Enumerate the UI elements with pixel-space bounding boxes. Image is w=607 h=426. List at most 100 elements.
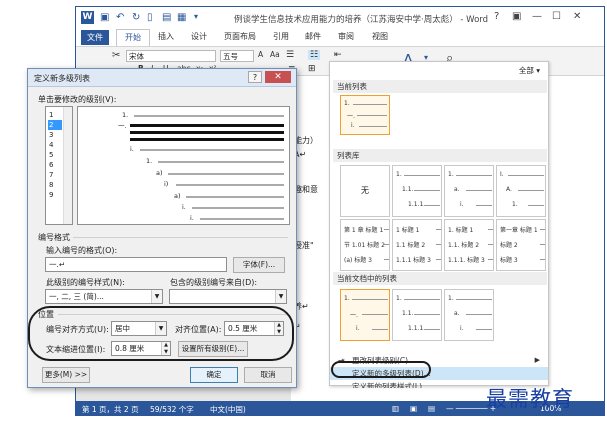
indent-icon[interactable]: ⇤ (334, 50, 342, 60)
chevron-down-icon: ▼ (151, 290, 162, 303)
level-item[interactable]: 9 (48, 190, 62, 200)
gallery-tile[interactable]: 第 1 章 标题 1 节 1.01 标题 2 (a) 标题 3 (340, 219, 390, 271)
level-item[interactable]: 8 (48, 180, 62, 190)
tab-file[interactable]: 文件 (81, 30, 109, 45)
undo-icon[interactable]: ↶ (116, 12, 124, 23)
tile-label: I. (500, 171, 504, 178)
gallery-tile[interactable]: 1. 1.1. 1.1.1. (392, 289, 442, 341)
gallery-section-library: 列表库 (333, 149, 547, 162)
print-preview-icon[interactable]: ▦ (177, 12, 186, 23)
preview-line (186, 196, 284, 198)
tab-home[interactable]: 开始 (116, 29, 150, 46)
preview-line (134, 115, 284, 117)
gallery-tile[interactable]: 1 标题 1 1.1 标题 2 1.1.1 标题 3 (392, 219, 442, 271)
ok-button[interactable]: 确定 (190, 367, 238, 383)
tab-mailings[interactable]: 邮件 (305, 31, 321, 42)
open-doc-icon[interactable]: ▤ (162, 12, 171, 23)
tab-design[interactable]: 设计 (191, 31, 207, 42)
cancel-button[interactable]: 取消 (244, 367, 292, 383)
tile-line (518, 190, 544, 191)
level-item[interactable]: 7 (48, 170, 62, 180)
cut-icon[interactable]: ✂ (112, 50, 120, 61)
tile-label: 标题 3 (500, 257, 518, 264)
level-item[interactable]: 6 (48, 160, 62, 170)
tile-line (476, 205, 492, 206)
gallery-tile[interactable]: 1. 1.1. 1.1.1. (392, 165, 442, 217)
gallery-section-document: 当前文档中的列表 (333, 272, 547, 285)
tile-line (476, 329, 492, 330)
gallery-tile[interactable]: 1. 标题 1 1.1. 标题 2 1.1.1. 标题 3 (444, 219, 494, 271)
ribbon-display-icon[interactable]: ▣ (512, 11, 521, 22)
tile-label: i. (460, 325, 464, 332)
level-item[interactable]: 4 (48, 140, 62, 150)
tile-line (424, 205, 440, 206)
new-doc-icon[interactable]: ▯ (147, 12, 153, 23)
level-label: 单击要修改的级别(V): (38, 95, 117, 104)
preview-item: i. (182, 203, 186, 211)
multilevel-list-icon[interactable]: ☷ (308, 50, 321, 60)
level-list-scrollbar[interactable] (63, 107, 72, 224)
level-item[interactable]: 5 (48, 150, 62, 160)
gallery-tile-current[interactable]: 1. 一. i. (340, 95, 390, 135)
gallery-tile[interactable]: 1. a. i. (444, 165, 494, 217)
tile-line (436, 259, 441, 260)
change-case-icon[interactable]: Aa (270, 50, 280, 59)
help-button[interactable]: ? (248, 71, 262, 83)
level-list[interactable]: 123456789 (45, 106, 73, 225)
tile-label: 1. (396, 171, 402, 178)
tab-review[interactable]: 审阅 (338, 31, 354, 42)
level-item[interactable]: 2 (48, 120, 62, 130)
web-layout-icon[interactable]: ▤ (428, 404, 435, 413)
help-icon[interactable]: ? (494, 11, 499, 22)
close-window-icon[interactable]: ✕ (573, 11, 581, 22)
redo-icon[interactable]: ↻ (132, 12, 140, 23)
font-button[interactable]: 字体(F)... (233, 257, 285, 273)
tile-label: 无 (361, 186, 369, 195)
document-page[interactable]: 能力） A↵ 趣和意 授准" 养↵ ↵ (291, 77, 331, 407)
number-style-value: 一, 二, 三 (简)... (49, 292, 104, 301)
qat-more-icon[interactable]: ▾ (194, 12, 198, 21)
font-name-box[interactable]: 宋体 (126, 50, 216, 62)
level-item[interactable]: 1 (48, 110, 62, 120)
gallery-tile[interactable]: 1. a. i. (444, 289, 494, 341)
maximize-icon[interactable]: ☐ (552, 11, 561, 22)
page-count[interactable]: 第 1 页，共 2 页 (82, 404, 139, 415)
preview-line (168, 173, 284, 175)
tile-label: 1. (396, 295, 402, 302)
language-indicator[interactable]: 中文(中国) (210, 404, 246, 415)
level-item[interactable]: 3 (48, 130, 62, 140)
tab-view[interactable]: 视图 (372, 31, 388, 42)
tile-line (353, 104, 387, 105)
preview-item: i. (190, 214, 194, 222)
tab-insert[interactable]: 插入 (158, 31, 174, 42)
tab-references[interactable]: 引用 (273, 31, 289, 42)
gallery-tile[interactable]: 1. 一. i. (340, 289, 390, 341)
tile-line (414, 314, 440, 315)
word-count[interactable]: 59/532 个字 (150, 404, 194, 415)
preview-line (130, 124, 284, 127)
read-mode-icon[interactable]: ▥ (392, 404, 399, 413)
separator (73, 237, 288, 238)
tile-label: 标题 2 (500, 242, 518, 249)
minimize-icon[interactable]: — (532, 11, 542, 22)
grow-font-icon[interactable]: A (258, 50, 263, 59)
gallery-filter-all[interactable]: 全部 ▾ (519, 65, 540, 76)
more-button[interactable]: 更多(M) >> (42, 367, 90, 383)
bullets-icon[interactable]: ☰ (286, 50, 294, 60)
borders-icon[interactable]: ⊞ (308, 64, 316, 74)
tile-label: 1.1.1. (408, 201, 426, 208)
number-format-input[interactable]: 一.↵ (45, 257, 227, 272)
preview-item: 一. (118, 122, 127, 130)
include-level-select[interactable]: ▼ (169, 289, 287, 304)
tile-line (488, 229, 493, 230)
gallery-tile-none[interactable]: 无 (340, 165, 390, 217)
print-layout-icon[interactable]: ▣ (410, 404, 417, 413)
close-button[interactable]: ✕ (265, 71, 291, 83)
tile-label: 1 标题 1 (396, 227, 420, 234)
font-size-box[interactable]: 五号 (220, 50, 254, 62)
tab-layout[interactable]: 页面布局 (224, 31, 256, 42)
save-icon[interactable]: ▣ (100, 12, 109, 23)
number-style-select[interactable]: 一, 二, 三 (简)... ▼ (45, 289, 163, 304)
gallery-tile[interactable]: 第一章 标题 1 标题 2 标题 3 (496, 219, 546, 271)
gallery-tile[interactable]: I. A. 1. (496, 165, 546, 217)
